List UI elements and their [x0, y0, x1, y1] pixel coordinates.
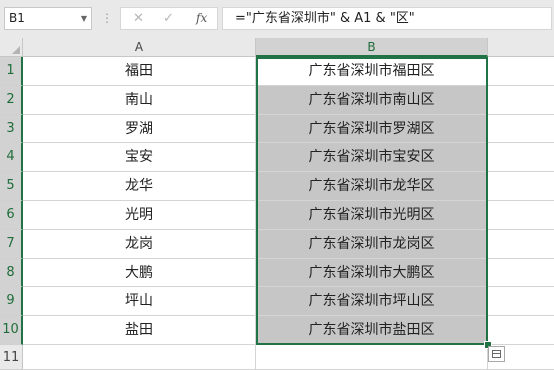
cell-b[interactable]: 广东省深圳市坪山区	[256, 287, 488, 317]
name-box[interactable]: B1 ▼	[4, 7, 92, 30]
cell-c[interactable]	[488, 57, 554, 86]
quick-analysis-button[interactable]	[488, 346, 505, 362]
row-header[interactable]: 4	[0, 143, 23, 173]
cell-b[interactable]: 广东省深圳市大鹏区	[256, 258, 488, 288]
formula-input[interactable]: ="广东省深圳市" & A1 & "区"	[222, 7, 552, 30]
cell-c[interactable]	[488, 143, 554, 173]
cell-b[interactable]: 广东省深圳市宝安区	[256, 143, 488, 173]
row-header[interactable]: 11	[0, 345, 23, 370]
cancel-icon[interactable]: ✕	[133, 10, 144, 27]
cell-a[interactable]	[23, 345, 256, 370]
cell-a[interactable]: 坪山	[23, 287, 256, 317]
cell-b[interactable]: 广东省深圳市龙岗区	[256, 229, 488, 259]
cell-a[interactable]: 南山	[23, 85, 256, 115]
cell-c[interactable]	[488, 259, 554, 288]
cell-b[interactable]: 广东省深圳市盐田区	[256, 316, 488, 345]
row-header[interactable]: 10	[0, 316, 23, 345]
cell-a[interactable]: 龙岗	[23, 229, 256, 259]
cell-c[interactable]	[488, 230, 554, 259]
cell-c[interactable]	[488, 115, 554, 144]
cell-b[interactable]	[256, 345, 488, 370]
row-header[interactable]: 3	[0, 114, 23, 144]
cell-a[interactable]: 光明	[23, 201, 256, 230]
cell-b[interactable]: 广东省深圳市南山区	[256, 85, 488, 115]
cell-a[interactable]: 福田	[23, 57, 256, 86]
cell-b[interactable]: 广东省深圳市光明区	[256, 201, 488, 230]
cell-c[interactable]	[488, 86, 554, 115]
formula-bar: B1 ▼ ⋮ ✕ ✓ fx ="广东省深圳市" & A1 & "区"	[0, 0, 554, 38]
row-header[interactable]: 5	[0, 172, 23, 201]
row-header[interactable]: 2	[0, 85, 23, 115]
formula-buttons: ✕ ✓ fx	[120, 7, 218, 30]
chevron-down-icon[interactable]: ▼	[81, 8, 87, 29]
cell-a[interactable]: 罗湖	[23, 114, 256, 144]
cell-b[interactable]: 广东省深圳市罗湖区	[256, 114, 488, 144]
cell-c[interactable]	[488, 201, 554, 230]
select-all-icon	[12, 46, 20, 54]
cell-a[interactable]: 龙华	[23, 172, 256, 201]
cell-a[interactable]: 大鹏	[23, 258, 256, 288]
cell-c[interactable]	[488, 172, 554, 201]
insert-function-icon[interactable]: fx	[196, 10, 207, 27]
select-all-button[interactable]	[0, 38, 23, 57]
cell-c[interactable]	[488, 287, 554, 317]
cell-b[interactable]: 广东省深圳市福田区	[256, 57, 488, 86]
quick-analysis-icon	[492, 350, 501, 358]
row-header[interactable]: 8	[0, 258, 23, 288]
row-header[interactable]: 7	[0, 229, 23, 259]
drag-handle-icon[interactable]: ⋮	[101, 10, 113, 26]
cell-a[interactable]: 盐田	[23, 316, 256, 345]
row-header[interactable]: 1	[0, 57, 23, 86]
column-header-a[interactable]: A	[23, 38, 256, 57]
name-box-value: B1	[9, 11, 25, 25]
row-header[interactable]: 9	[0, 287, 23, 317]
row-header[interactable]: 6	[0, 201, 23, 230]
enter-icon[interactable]: ✓	[163, 10, 174, 27]
cell-a[interactable]: 宝安	[23, 143, 256, 173]
column-header-c[interactable]	[488, 38, 554, 57]
column-header-b[interactable]: B	[256, 38, 488, 57]
cell-c[interactable]	[488, 316, 554, 345]
cell-b[interactable]: 广东省深圳市龙华区	[256, 172, 488, 201]
